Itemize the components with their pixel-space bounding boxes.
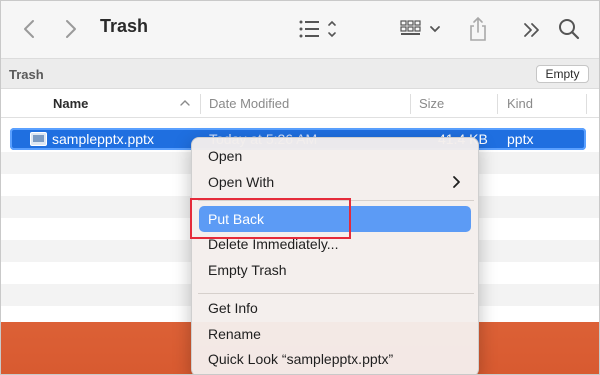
toolbar: Trash bbox=[1, 1, 599, 59]
path-bar: Trash Empty bbox=[1, 59, 599, 89]
column-name[interactable]: Name bbox=[53, 96, 88, 111]
column-divider[interactable] bbox=[200, 94, 201, 114]
back-chevron-icon[interactable] bbox=[19, 15, 41, 43]
menu-item-open-with[interactable]: Open With bbox=[208, 174, 274, 190]
menu-item-put-back[interactable]: Put Back bbox=[199, 206, 471, 232]
share-icon[interactable] bbox=[467, 15, 489, 43]
forward-chevron-icon[interactable] bbox=[59, 15, 81, 43]
list-view-icon[interactable] bbox=[297, 17, 343, 41]
column-kind[interactable]: Kind bbox=[507, 96, 533, 111]
empty-trash-button[interactable]: Empty bbox=[536, 65, 589, 83]
submenu-chevron-icon bbox=[453, 176, 460, 188]
file-kind: pptx bbox=[507, 131, 534, 147]
menu-item-rename[interactable]: Rename bbox=[208, 326, 261, 342]
more-chevron-icon[interactable] bbox=[521, 19, 543, 41]
menu-item-get-info[interactable]: Get Info bbox=[208, 300, 258, 316]
menu-item-quick-look[interactable]: Quick Look “samplepptx.pptx” bbox=[208, 351, 393, 367]
menu-item-open[interactable]: Open bbox=[208, 148, 242, 164]
menu-item-label: Put Back bbox=[208, 211, 265, 227]
column-divider[interactable] bbox=[410, 94, 411, 114]
column-headers: Name Date Modified Size Kind bbox=[1, 90, 599, 118]
menu-item-empty-trash[interactable]: Empty Trash bbox=[208, 262, 287, 278]
menu-separator bbox=[198, 200, 474, 201]
path-label: Trash bbox=[9, 67, 44, 82]
column-divider[interactable] bbox=[497, 94, 498, 114]
menu-item-delete-immediately[interactable]: Delete Immediately... bbox=[208, 236, 338, 252]
column-divider[interactable] bbox=[586, 94, 587, 114]
column-date-modified[interactable]: Date Modified bbox=[209, 96, 289, 111]
window-title: Trash bbox=[100, 16, 149, 36]
context-menu: Open Open With Put Back Delete Immediate… bbox=[191, 137, 479, 375]
menu-separator bbox=[198, 293, 474, 294]
sort-ascending-icon[interactable] bbox=[179, 98, 191, 108]
pptx-file-icon bbox=[30, 132, 47, 146]
icon-view-icon[interactable] bbox=[399, 17, 445, 41]
file-name: samplepptx.pptx bbox=[52, 131, 154, 147]
search-icon[interactable] bbox=[557, 17, 581, 41]
column-size[interactable]: Size bbox=[419, 96, 444, 111]
